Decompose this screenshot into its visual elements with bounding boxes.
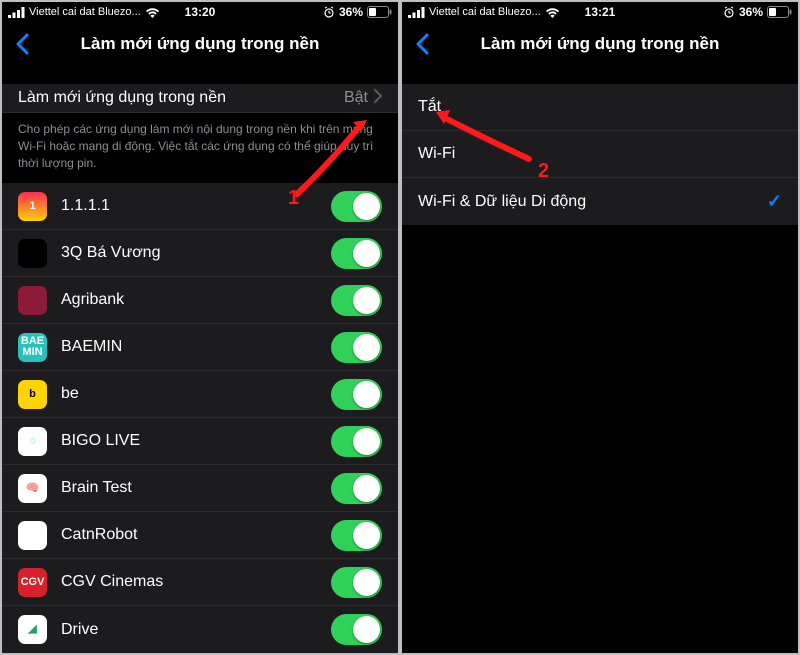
app-toggle[interactable] — [331, 379, 382, 410]
app-row: ◢ Drive — [2, 606, 398, 653]
battery-icon — [767, 6, 792, 18]
page-title: Làm mới ứng dụng trong nền — [402, 34, 798, 54]
refresh-option-row[interactable]: Tắt — [402, 84, 798, 131]
app-row: ◌ BIGO LIVE — [2, 418, 398, 465]
background-refresh-master-row[interactable]: Làm mới ứng dụng trong nền Bật — [2, 84, 398, 113]
app-row: 3Q Bá Vương — [2, 230, 398, 277]
app-name-label: CatnRobot — [61, 526, 331, 544]
page-title: Làm mới ứng dụng trong nền — [2, 34, 398, 54]
app-list: 1 1.1.1.1 3Q Bá Vương Agribank BAE MIN BAEMIN… — [2, 183, 398, 653]
carrier-text: Viettel cai dat Bluezo... — [429, 6, 541, 18]
app-icon: ◌ — [18, 427, 47, 456]
app-icon — [18, 521, 47, 550]
app-icon: b — [18, 380, 47, 409]
app-toggle[interactable] — [331, 473, 382, 504]
option-list: Tắt Wi-Fi Wi-Fi & Dữ liệu Di động✓ — [402, 84, 798, 225]
app-name-label: Agribank — [61, 291, 331, 309]
nav-header: Làm mới ứng dụng trong nền — [402, 22, 798, 66]
app-icon: BAE MIN — [18, 333, 47, 362]
alarm-icon — [323, 6, 335, 18]
app-row: BAE MIN BAEMIN — [2, 324, 398, 371]
app-name-label: Brain Test — [61, 479, 331, 497]
option-label: Wi-Fi & Dữ liệu Di động — [418, 193, 767, 211]
app-name-label: be — [61, 385, 331, 403]
battery-percent: 36% — [339, 5, 363, 19]
clock-text: 13:21 — [585, 5, 616, 19]
app-row: 🧠 Brain Test — [2, 465, 398, 512]
checkmark-icon: ✓ — [767, 191, 782, 212]
app-icon: CGV — [18, 568, 47, 597]
master-row-value: Bật — [344, 89, 368, 107]
app-icon: ◢ — [18, 615, 47, 644]
section-footer: Cho phép các ứng dụng làm mới nội dung t… — [2, 113, 398, 171]
master-row-label: Làm mới ứng dụng trong nền — [18, 89, 344, 107]
alarm-icon — [723, 6, 735, 18]
option-label: Tắt — [418, 98, 782, 116]
app-toggle[interactable] — [331, 520, 382, 551]
app-row: CatnRobot — [2, 512, 398, 559]
app-toggle[interactable] — [331, 285, 382, 316]
app-name-label: BAEMIN — [61, 338, 331, 356]
app-toggle[interactable] — [331, 426, 382, 457]
signal-icon — [408, 7, 425, 18]
app-name-label: CGV Cinemas — [61, 573, 331, 591]
app-icon: 1 — [18, 192, 47, 221]
app-icon — [18, 286, 47, 315]
app-row: bbe — [2, 371, 398, 418]
option-label: Wi-Fi — [418, 145, 782, 163]
app-name-label: BIGO LIVE — [61, 432, 331, 450]
status-bar: Viettel cai dat Bluezo... 13:20 36% — [2, 2, 398, 22]
battery-icon — [367, 6, 392, 18]
nav-header: Làm mới ứng dụng trong nền — [2, 22, 398, 66]
app-row: 1 1.1.1.1 — [2, 183, 398, 230]
app-toggle[interactable] — [331, 567, 382, 598]
app-name-label: 1.1.1.1 — [61, 197, 331, 215]
refresh-option-row[interactable]: Wi-Fi & Dữ liệu Di động✓ — [402, 178, 798, 225]
app-row: Agribank — [2, 277, 398, 324]
app-toggle[interactable] — [331, 332, 382, 363]
app-icon — [18, 239, 47, 268]
clock-text: 13:20 — [185, 5, 216, 19]
chevron-right-icon — [374, 89, 382, 108]
signal-icon — [8, 7, 25, 18]
app-icon: 🧠 — [18, 474, 47, 503]
left-screenshot: Viettel cai dat Bluezo... 13:20 36% Làm … — [2, 2, 398, 653]
app-name-label: Drive — [61, 621, 331, 639]
right-screenshot: Viettel cai dat Bluezo... 13:21 36% Làm … — [402, 2, 798, 653]
battery-percent: 36% — [739, 5, 763, 19]
carrier-text: Viettel cai dat Bluezo... — [29, 6, 141, 18]
app-toggle[interactable] — [331, 191, 382, 222]
app-name-label: 3Q Bá Vương — [61, 244, 331, 262]
app-toggle[interactable] — [331, 238, 382, 269]
wifi-icon — [145, 7, 160, 18]
refresh-option-row[interactable]: Wi-Fi — [402, 131, 798, 178]
app-toggle[interactable] — [331, 614, 382, 645]
wifi-icon — [545, 7, 560, 18]
app-row: CGV CGV Cinemas — [2, 559, 398, 606]
status-bar: Viettel cai dat Bluezo... 13:21 36% — [402, 2, 798, 22]
